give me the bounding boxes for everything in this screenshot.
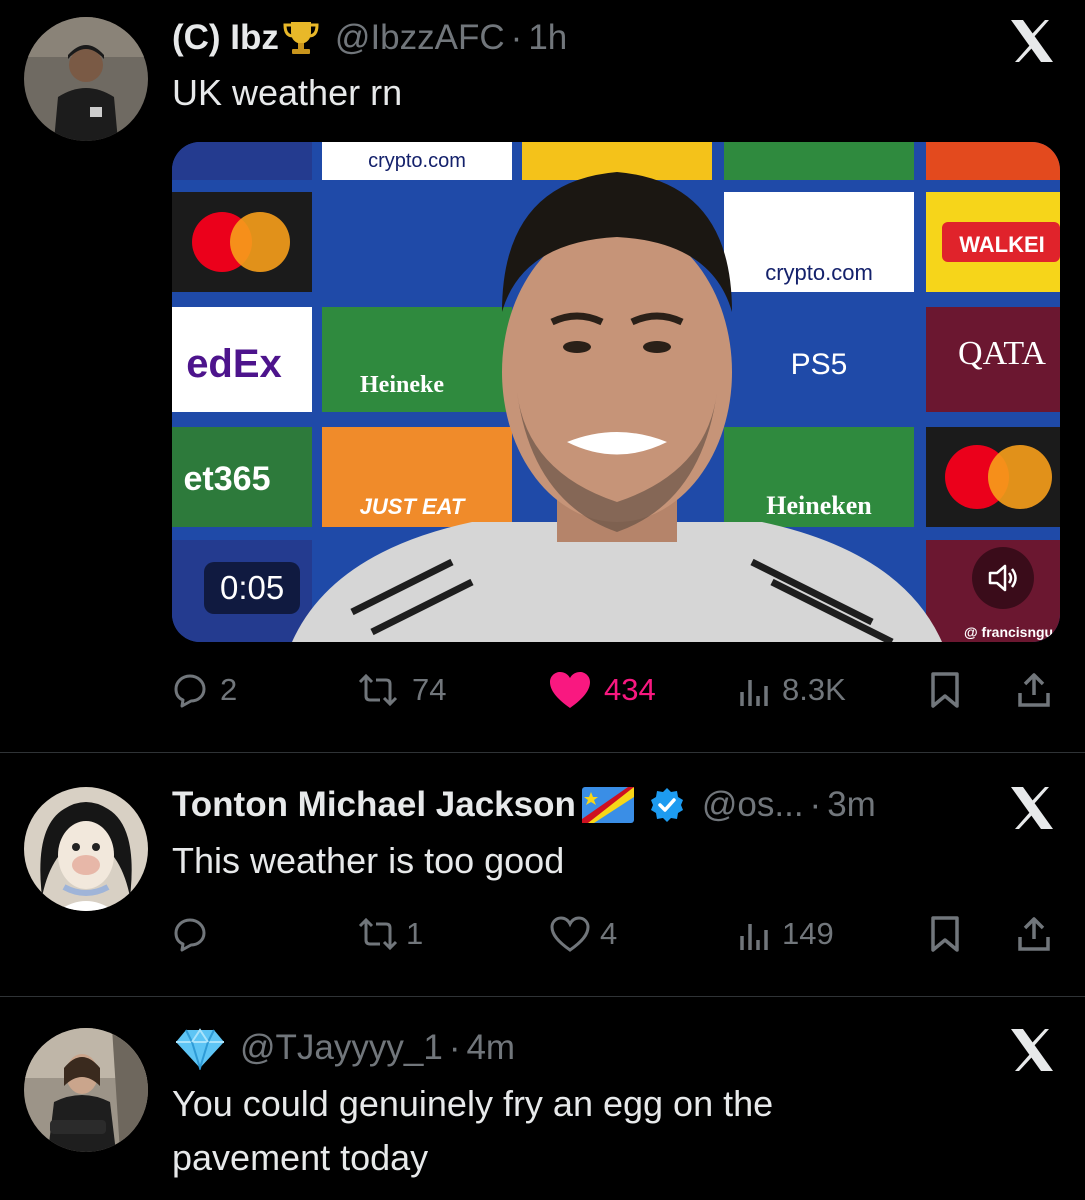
post-text: This weather is too good (172, 840, 565, 881)
repost-button[interactable]: 1 (356, 904, 423, 964)
avatar[interactable] (24, 787, 148, 911)
like-count: 434 (604, 672, 656, 707)
separator-dot: · (809, 785, 822, 824)
post-header: @TJayyyy_1 · 4m (172, 1026, 515, 1070)
action-bar: 1 4 149 (172, 904, 1060, 964)
bookmark-button[interactable] (928, 904, 962, 964)
trophy-emoji-icon (281, 18, 321, 58)
post-header: Tonton Michael Jackson @os... · 3m (172, 783, 876, 827)
bookmark-icon (931, 916, 959, 952)
share-button[interactable] (1016, 660, 1052, 720)
x-logo-icon (1007, 783, 1057, 833)
share-icon (1018, 673, 1050, 707)
repost-button[interactable]: 74 (356, 660, 446, 720)
views-button[interactable]: 8.3K (738, 660, 846, 720)
timestamp[interactable]: 4m (466, 1026, 515, 1070)
analytics-icon (740, 680, 768, 706)
avatar[interactable] (24, 17, 148, 141)
repost-count: 1 (406, 916, 424, 951)
mute-button[interactable] (972, 547, 1034, 609)
svg-text:et365: et365 (184, 460, 271, 498)
post-text-line-2: pavement today (172, 1137, 429, 1178)
share-icon (1018, 917, 1050, 951)
action-bar: 2 74 434 8.3K (172, 660, 1060, 720)
display-name[interactable]: (C) Ibz (172, 16, 279, 60)
gem-emoji-icon (174, 1026, 226, 1070)
reply-icon (174, 674, 206, 708)
svg-text:JUST EAT: JUST EAT (360, 494, 466, 519)
post-1[interactable]: (C) Ibz @IbzzAFC · 1h UK weather rn cryp… (0, 0, 1085, 752)
video-player[interactable]: crypto.com crypto.com WALKEI edEx Heinek… (172, 142, 1060, 642)
avatar[interactable] (24, 1028, 148, 1152)
reply-button[interactable] (172, 904, 220, 964)
repost-icon (358, 917, 398, 951)
svg-text:QATA: QATA (958, 335, 1046, 372)
svg-text:edEx: edEx (186, 342, 282, 386)
bookmark-icon (931, 672, 959, 708)
handle[interactable]: @IbzzAFC (335, 16, 505, 60)
sponsor-label: crypto.com (368, 150, 466, 172)
analytics-icon (740, 924, 768, 950)
x-logo-icon (1007, 16, 1057, 66)
like-button[interactable]: 4 (548, 904, 617, 964)
speaker-muted-icon (988, 564, 1017, 592)
share-button[interactable] (1016, 904, 1052, 964)
timestamp[interactable]: 1h (528, 16, 567, 60)
repost-icon (358, 673, 398, 707)
svg-text:Heineke: Heineke (360, 372, 444, 398)
verified-badge-icon (648, 786, 686, 824)
reply-button[interactable]: 2 (172, 660, 237, 720)
svg-text:WALKEI: WALKEI (959, 232, 1045, 257)
post-text-line-1: You could genuinely fry an egg on the (172, 1083, 774, 1124)
heart-filled-icon (550, 672, 590, 708)
separator-dot: · (448, 1028, 461, 1067)
timestamp[interactable]: 3m (827, 783, 876, 827)
video-duration: 0:05 (204, 562, 301, 614)
post-2[interactable]: Tonton Michael Jackson @os... · 3m This … (0, 753, 1085, 996)
svg-text:crypto.com: crypto.com (765, 260, 873, 285)
bookmark-button[interactable] (928, 660, 962, 720)
svg-text:PS5: PS5 (791, 348, 848, 381)
reply-icon (174, 918, 206, 952)
post-3[interactable]: @TJayyyy_1 · 4m You could genuinely fry … (0, 997, 1085, 1200)
reply-count: 2 (220, 672, 238, 707)
post-header: (C) Ibz @IbzzAFC · 1h (172, 16, 567, 60)
repost-count: 74 (412, 672, 447, 707)
heart-outline-icon (550, 916, 590, 952)
separator-dot: · (510, 18, 523, 57)
dr-congo-flag-emoji-icon (581, 787, 634, 823)
handle[interactable]: @os... (702, 783, 804, 827)
views-button[interactable]: 149 (738, 904, 834, 964)
view-count: 8.3K (782, 672, 846, 707)
like-count: 4 (600, 916, 618, 951)
x-logo-icon (1007, 1025, 1057, 1075)
video-frame: crypto.com crypto.com WALKEI edEx Heinek… (172, 142, 1060, 642)
svg-text:Heineken: Heineken (766, 491, 872, 520)
like-button[interactable]: 434 (548, 660, 656, 720)
handle[interactable]: @TJayyyy_1 (240, 1026, 443, 1070)
post-text: UK weather rn (172, 72, 403, 113)
view-count: 149 (782, 916, 834, 951)
display-name[interactable]: Tonton Michael Jackson (172, 783, 576, 827)
tiktok-watermark: @ francisngu (964, 624, 1054, 640)
